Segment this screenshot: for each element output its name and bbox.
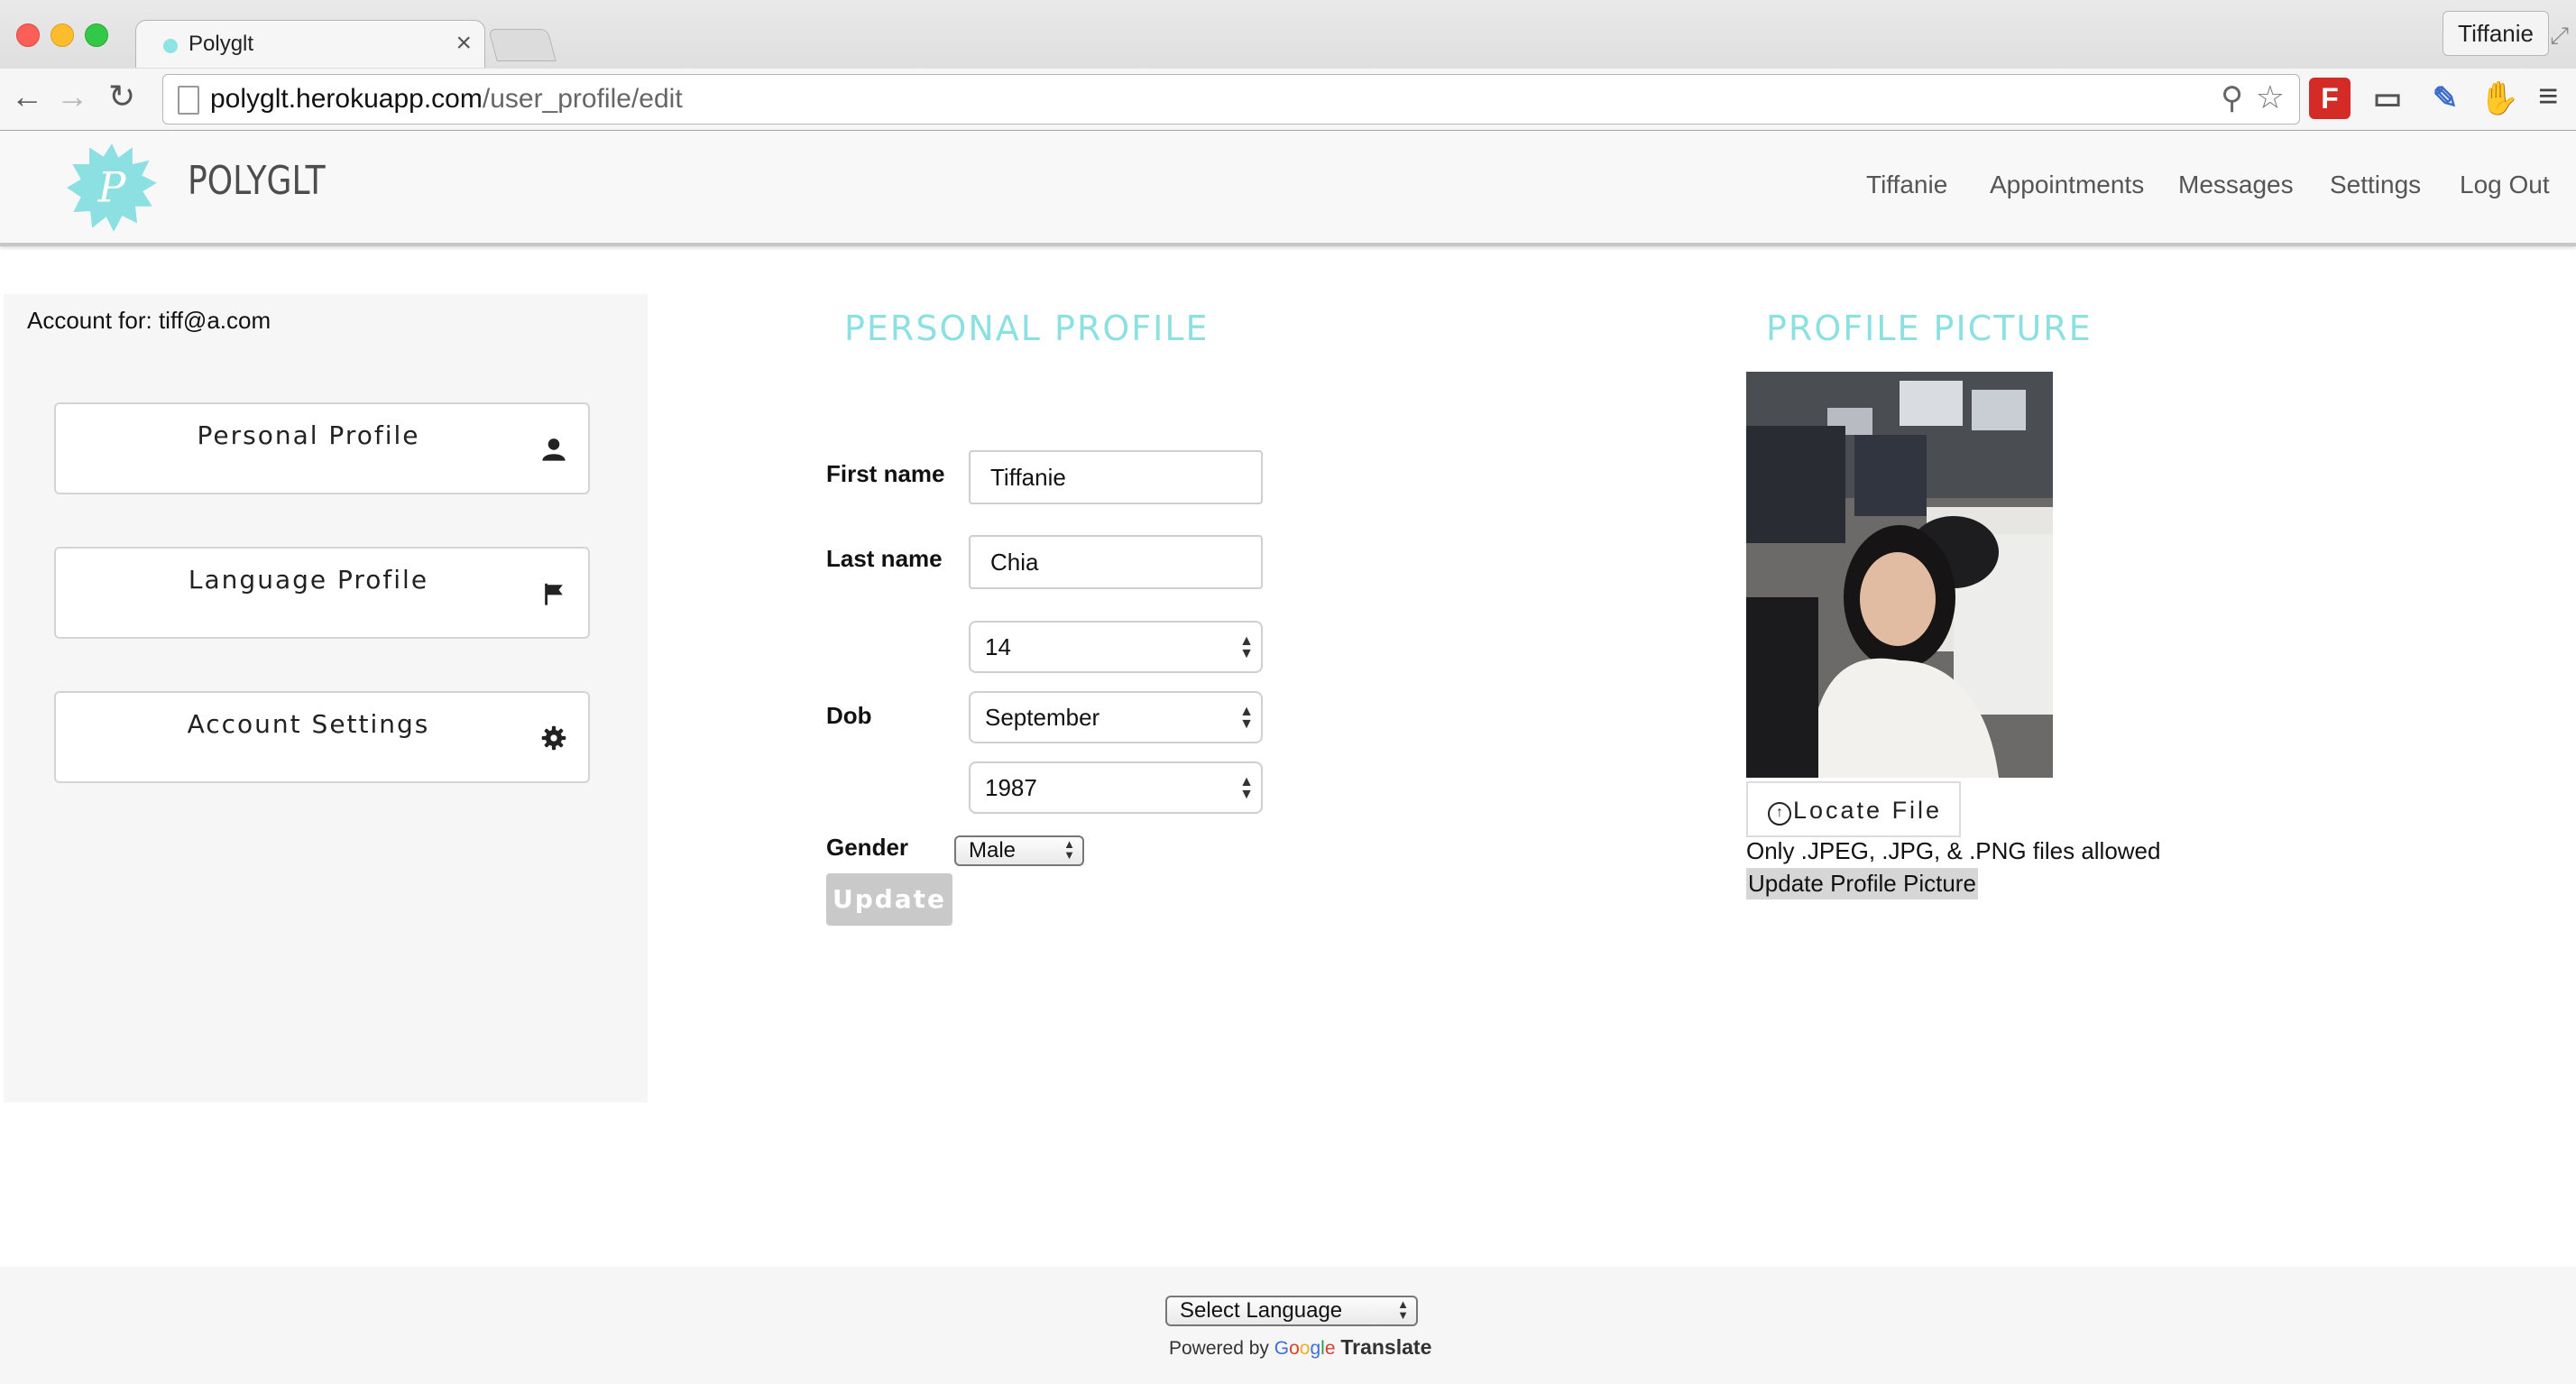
sidebar-item-language-profile[interactable]: Language Profile [54, 547, 590, 639]
sidebar-item-label: Personal Profile [197, 420, 420, 450]
profile-photo [1746, 372, 2053, 778]
nav-logout-link[interactable]: Log Out [2460, 171, 2550, 199]
sidebar-item-label: Language Profile [188, 565, 429, 595]
dob-year-value: 1987 [985, 774, 1037, 801]
sidebar-item-personal-profile[interactable]: Personal Profile [54, 402, 590, 494]
reload-icon[interactable]: ↻ [108, 78, 135, 115]
footer: Select Language ▲ ▼ Powered by Google Tra… [0, 1267, 2576, 1384]
browser-profile-button[interactable]: Tiffanie [2443, 11, 2549, 56]
sidebar-item-label: Account Settings [187, 709, 430, 739]
extension-glasses-icon[interactable]: ▭ [2367, 78, 2408, 119]
forward-arrow-icon[interactable]: → [56, 78, 88, 115]
gear-icon [541, 725, 566, 751]
last-name-input[interactable]: Chia [969, 535, 1263, 589]
close-window-button[interactable] [16, 23, 40, 47]
personal-profile-heading: PERSONAL PROFILE [844, 309, 1210, 348]
nav-profile-link[interactable]: Tiffanie [1866, 171, 1947, 199]
update-profile-picture-button[interactable]: Update Profile Picture [1746, 868, 1978, 900]
first-name-input[interactable]: Tiffanie [969, 450, 1263, 504]
browser-menu-icon[interactable]: ≡ [2538, 78, 2558, 116]
gender-label: Gender [826, 834, 909, 861]
flag-icon [545, 583, 563, 605]
first-name-label: First name [826, 460, 945, 487]
adblock-hand-icon[interactable]: ✋ [2479, 78, 2520, 119]
gender-value: Male [969, 838, 1017, 863]
update-button[interactable]: Update [826, 873, 952, 926]
account-label: Account for: tiff@a.com [27, 307, 271, 334]
tab-close-icon[interactable]: × [455, 28, 472, 59]
sidebar: Account for: tiff@a.com Personal Profile… [4, 294, 648, 1103]
eyedropper-icon[interactable]: ✎ [2424, 78, 2466, 119]
dob-day-value: 14 [985, 633, 1011, 660]
dob-month-select[interactable]: September ▲ ▼ [969, 691, 1263, 743]
svg-text:P: P [97, 164, 127, 212]
select-arrows-icon: ▲ ▼ [1397, 1297, 1409, 1322]
gender-select[interactable]: Male ▲ ▼ [954, 835, 1084, 866]
extension-f-icon[interactable]: F [2309, 78, 2351, 119]
browser-tab[interactable]: Polyglt × [135, 20, 485, 68]
site-header: P POLYGLT Tiffanie Appointments Messages… [0, 131, 2576, 246]
locate-file-label: Locate File [1793, 797, 1943, 824]
bookmark-star-icon[interactable]: ☆ [2256, 78, 2285, 116]
sidebar-item-account-settings[interactable]: Account Settings [54, 691, 590, 783]
select-arrows-icon: ▲ ▼ [1239, 704, 1254, 732]
search-icon[interactable]: ⚲ [2221, 80, 2243, 116]
powered-by-text: Powered by [1169, 1338, 1269, 1359]
profile-picture-heading: PROFILE PICTURE [1766, 309, 2093, 348]
select-language-value: Select Language [1180, 1298, 1343, 1323]
tab-title: Polyglt [189, 32, 254, 56]
user-icon [542, 438, 566, 461]
zoom-window-button[interactable] [85, 23, 108, 47]
google-logo[interactable]: Google [1274, 1338, 1336, 1359]
select-arrows-icon: ▲ ▼ [1063, 837, 1075, 862]
upload-icon: ↑ [1768, 802, 1791, 826]
browser-chrome: Polyglt × Tiffanie ⤢ ← → ↻ polyglt.herok… [0, 0, 2576, 131]
favicon-icon [163, 39, 178, 53]
fullscreen-icon[interactable]: ⤢ [2550, 22, 2569, 51]
allowed-files-note: Only .JPEG, .JPG, & .PNG files allowed [1746, 837, 2161, 864]
nav-settings-link[interactable]: Settings [2330, 171, 2421, 199]
select-language-dropdown[interactable]: Select Language ▲ ▼ [1165, 1296, 1418, 1326]
locate-file-button[interactable]: ↑ Locate File [1746, 781, 1961, 837]
nav-messages-link[interactable]: Messages [2178, 171, 2294, 199]
dob-month-value: September [985, 704, 1100, 731]
brand-name[interactable]: POLYGLT [188, 158, 326, 204]
dob-year-select[interactable]: 1987 ▲ ▼ [969, 761, 1263, 814]
powered-by-google: Powered by Google Translate [1169, 1335, 1431, 1360]
back-arrow-icon[interactable]: ← [11, 78, 43, 115]
dob-label: Dob [826, 702, 872, 729]
select-arrows-icon: ▲ ▼ [1239, 633, 1254, 661]
address-bar[interactable]: polyglt.herokuapp.com/user_profile/edit … [162, 74, 2300, 125]
page-icon [178, 86, 199, 115]
polyglt-logo-icon[interactable]: P [65, 142, 159, 235]
select-arrows-icon: ▲ ▼ [1239, 774, 1254, 802]
dob-day-select[interactable]: 14 ▲ ▼ [969, 621, 1263, 673]
browser-toolbar: ← → ↻ polyglt.herokuapp.com/user_profile… [0, 69, 2576, 130]
minimize-window-button[interactable] [51, 23, 74, 47]
url-text[interactable]: polyglt.herokuapp.com/user_profile/edit [210, 84, 683, 115]
last-name-label: Last name [826, 545, 943, 572]
new-tab-button[interactable] [488, 29, 557, 61]
nav-appointments-link[interactable]: Appointments [1990, 171, 2144, 199]
translate-link[interactable]: Translate [1340, 1335, 1431, 1359]
